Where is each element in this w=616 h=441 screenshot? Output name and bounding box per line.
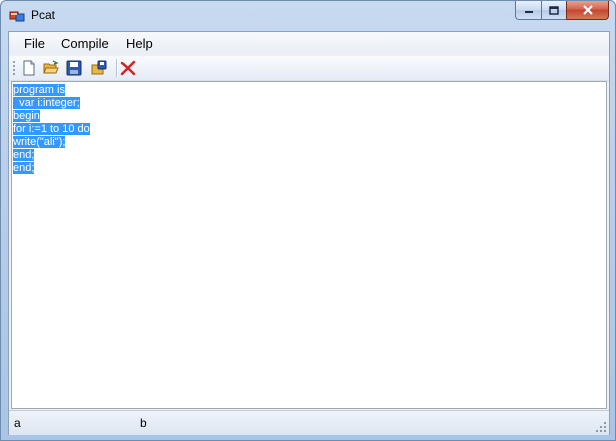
window-title: Pcat [31,8,56,22]
open-folder-icon[interactable] [43,60,59,76]
toolbar-separator [116,59,117,77]
code-editor[interactable]: program is var i:integer; begin for i:=1… [11,81,607,409]
app-window: Pcat File Compile Help program is var i:… [0,0,616,441]
title-bar[interactable]: Pcat [1,1,615,31]
status-label-left: a [14,416,21,430]
minimize-icon [524,11,533,13]
menu-file[interactable]: File [24,36,45,51]
close-icon [582,5,593,15]
code-line-text: begin [13,110,40,122]
resize-grip-icon[interactable] [595,421,607,433]
maximize-button[interactable] [541,1,566,20]
code-line-text: var i:integer; [13,97,80,109]
new-file-icon[interactable] [21,60,37,76]
close-button[interactable] [566,1,609,20]
code-line: begin [13,110,40,123]
code-line: end; [13,149,35,162]
status-label-right: b [140,416,147,430]
client-area: File Compile Help program is var i:integ… [8,31,610,435]
code-line-text: for i:=1 to 10 do [13,123,90,135]
code-line-text: end; [13,149,35,161]
delete-icon[interactable] [120,60,136,76]
save-all-icon[interactable] [91,60,107,76]
code-line: write("ali"); [13,136,66,149]
code-line-text: write("ali"); [13,136,66,148]
menu-help[interactable]: Help [126,36,153,51]
app-icon [9,11,25,22]
save-icon[interactable] [66,60,82,76]
code-line: end; [13,162,35,175]
minimize-button[interactable] [515,1,541,20]
code-line-text: end; [13,162,35,174]
status-bar: a b [9,410,609,435]
code-line-text: program is [13,84,65,96]
code-line: program is [13,84,65,97]
code-line: var i:integer; [13,97,80,110]
menu-bar: File Compile Help [9,32,609,54]
toolbar-grip[interactable] [13,60,15,76]
toolbar [9,56,609,81]
caption-buttons [515,1,609,21]
code-line: for i:=1 to 10 do [13,123,90,136]
maximize-icon [549,5,559,15]
menu-compile[interactable]: Compile [61,36,109,51]
